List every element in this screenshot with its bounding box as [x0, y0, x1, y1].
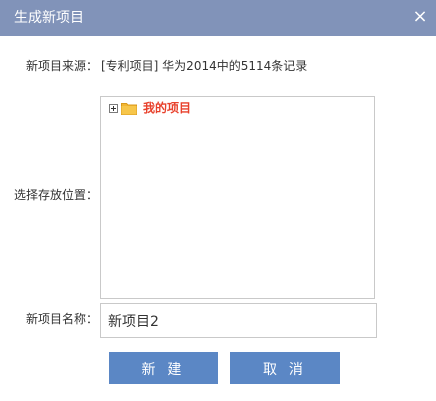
folder-icon [121, 102, 137, 115]
dialog-titlebar: 生成新项目 × [0, 0, 436, 36]
close-icon[interactable]: × [410, 7, 430, 27]
source-value: [专利项目] 华为2014中的5114条记录 [101, 59, 308, 73]
tree-node-my-projects[interactable]: 我的项目 [109, 100, 191, 116]
source-label: 新项目来源： [25, 59, 98, 73]
create-button[interactable]: 新 建 [109, 352, 218, 384]
tree-node-label[interactable]: 我的项目 [143, 100, 191, 116]
dialog-title: 生成新项目 [14, 10, 84, 26]
location-tree[interactable]: 我的项目 [100, 96, 375, 299]
location-label: 选择存放位置： [13, 188, 98, 202]
expand-plus-icon[interactable] [109, 103, 118, 113]
project-name-input[interactable] [100, 303, 377, 338]
name-label: 新项目名称： [25, 312, 98, 326]
cancel-button[interactable]: 取 消 [230, 352, 340, 384]
